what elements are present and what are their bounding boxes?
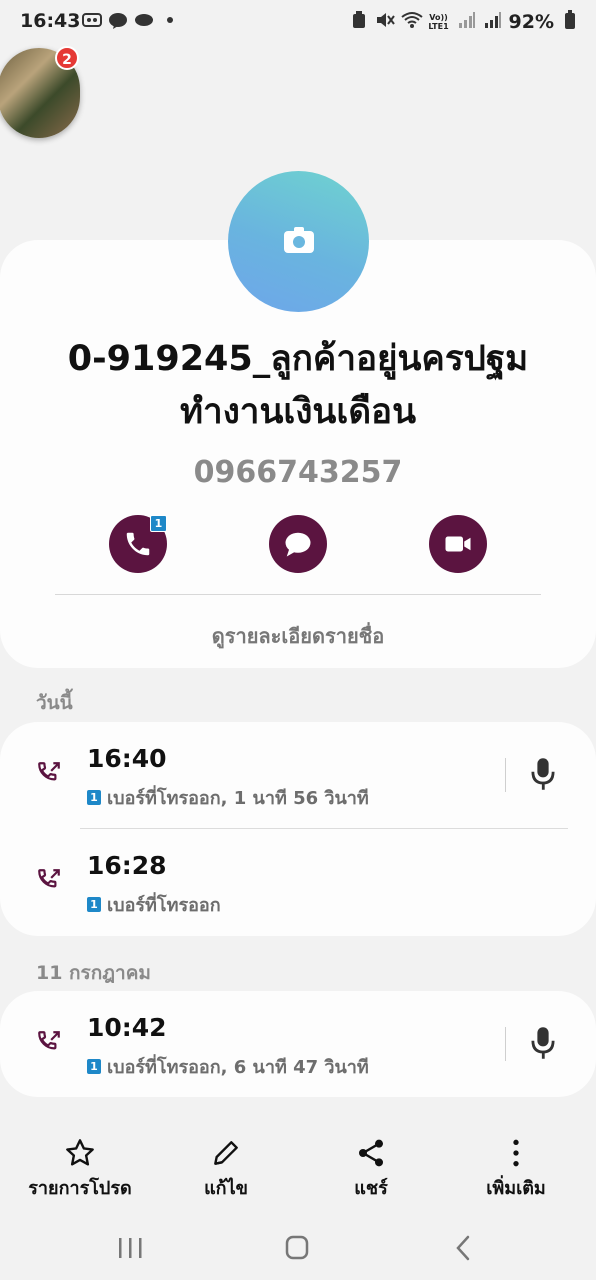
favorites-button[interactable]: รายการโปรด <box>10 1125 150 1202</box>
outgoing-call-icon <box>38 1031 60 1050</box>
video-camera-icon <box>445 536 471 552</box>
call-log-item[interactable]: 16:28 1 เบอร์ที่โทรออก <box>0 829 596 935</box>
system-status-icons: Vo)) LTE1 92% <box>349 10 580 34</box>
sim-badge: 1 <box>150 515 167 532</box>
more-label: เพิ่มเติม <box>486 1178 546 1199</box>
edit-button[interactable]: แก้ไข <box>156 1125 296 1202</box>
camera-icon <box>283 226 314 253</box>
status-time: 16:43 <box>20 10 81 32</box>
bottom-toolbar: รายการโปรด แก้ไข แชร์ เพิ่มเติม <box>0 1125 596 1215</box>
edit-label: แก้ไข <box>204 1178 248 1199</box>
section-label-date: 11 กรกฎาคม <box>36 962 151 984</box>
video-call-button[interactable] <box>429 515 487 573</box>
separator <box>505 758 506 792</box>
sim-badge: 1 <box>87 790 101 805</box>
header-divider <box>55 594 541 595</box>
call-time: 16:28 <box>87 851 167 880</box>
chat-icon <box>134 12 154 30</box>
recording-mic-icon[interactable] <box>529 1025 557 1061</box>
phone-icon <box>126 532 150 556</box>
battery-saver-icon <box>349 11 369 33</box>
call-time: 10:42 <box>87 1013 167 1042</box>
home-icon[interactable] <box>277 1233 317 1263</box>
call-detail-text: เบอร์ที่โทรออก, 6 นาที 47 วินาที <box>107 1057 369 1078</box>
call-description: 1 เบอร์ที่โทรออก <box>87 890 221 919</box>
share-icon <box>359 1139 383 1167</box>
pencil-icon <box>214 1141 238 1165</box>
battery-icon <box>560 10 580 34</box>
bubble-badge: 2 <box>55 46 79 70</box>
signal-icon <box>483 11 503 33</box>
call-detail-text: เบอร์ที่โทรออก, 1 นาที 56 วินาที <box>107 788 369 809</box>
recent-apps-icon[interactable] <box>110 1233 150 1263</box>
contact-phone[interactable]: 0966743257 <box>0 455 596 490</box>
contact-avatar[interactable] <box>228 171 369 312</box>
system-navigation-bar <box>0 1215 596 1280</box>
line-icon <box>108 12 128 30</box>
section-label-today: วันนี้ <box>36 692 73 714</box>
call-log-item[interactable]: 10:42 1 เบอร์ที่โทรออก, 6 นาที 47 วินาที <box>0 991 596 1097</box>
call-detail-text: เบอร์ที่โทรออก <box>107 895 221 916</box>
call-description: 1 เบอร์ที่โทรออก, 6 นาที 47 วินาที <box>87 1052 369 1081</box>
dot-icon <box>160 12 180 30</box>
status-bar: 16:43 Vo)) LTE1 92% <box>0 0 596 44</box>
sim-badge: 1 <box>87 1059 101 1074</box>
message-button[interactable] <box>269 515 327 573</box>
share-button[interactable]: แชร์ <box>301 1125 441 1202</box>
notification-icons <box>82 12 180 30</box>
message-icon <box>285 532 311 557</box>
sim-badge: 1 <box>87 897 101 912</box>
more-vertical-icon <box>513 1139 519 1167</box>
share-label: แชร์ <box>354 1178 388 1199</box>
call-time: 16:40 <box>87 744 167 773</box>
signal-icon <box>457 11 477 33</box>
favorites-label: รายการโปรด <box>28 1178 132 1199</box>
star-icon <box>66 1139 94 1166</box>
call-log-item[interactable]: 16:40 1 เบอร์ที่โทรออก, 1 นาที 56 วินาที <box>0 722 596 828</box>
voicemail-icon <box>82 12 102 30</box>
call-description: 1 เบอร์ที่โทรออก, 1 นาที 56 วินาที <box>87 783 369 812</box>
recording-mic-icon[interactable] <box>529 756 557 792</box>
view-contact-details-link[interactable]: ดูรายละเอียดรายชื่อ <box>0 620 596 652</box>
back-icon[interactable] <box>444 1233 484 1263</box>
battery-level: 92% <box>508 11 554 33</box>
outgoing-call-icon <box>38 869 60 888</box>
mute-icon <box>375 11 395 33</box>
more-options-button[interactable]: เพิ่มเติม <box>446 1125 586 1202</box>
contact-name: 0-919245_ลูกค้าอยู่นครปฐมทำงานเงินเดือน <box>67 339 529 432</box>
call-log-group: 16:40 1 เบอร์ที่โทรออก, 1 นาที 56 วินาที… <box>0 722 596 936</box>
call-log-group: 10:42 1 เบอร์ที่โทรออก, 6 นาที 47 วินาที <box>0 991 596 1097</box>
volte-icon: Vo)) LTE1 <box>428 13 449 31</box>
wifi-icon <box>400 11 423 33</box>
separator <box>505 1027 506 1061</box>
outgoing-call-icon <box>38 762 60 781</box>
